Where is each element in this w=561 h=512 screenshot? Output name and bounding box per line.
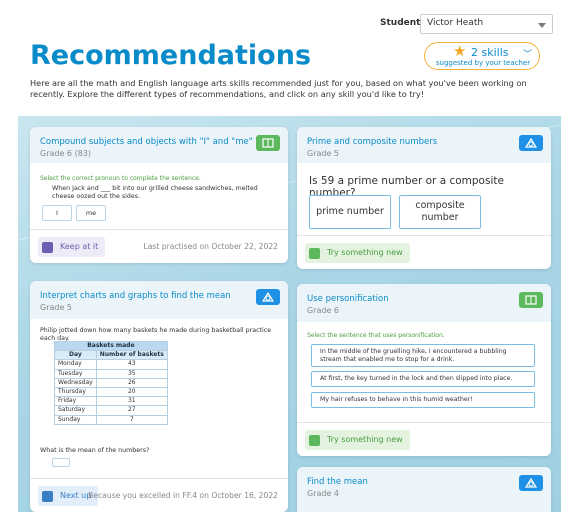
fast-forward-icon (42, 491, 53, 502)
skills-count: 2 skills (471, 46, 509, 59)
table-row: Tuesday 35 (54, 368, 168, 379)
baskets-table: Baskets made Day Number of baskets Monda… (54, 340, 168, 425)
shapes-icon[interactable] (519, 475, 543, 491)
table-row: Saturday 27 (54, 405, 168, 416)
keep-at-it-button[interactable]: Keep at it (38, 237, 106, 257)
plus-icon (309, 435, 320, 446)
card-footer: Try something new (297, 235, 551, 269)
table-row: Monday 43 (54, 359, 168, 370)
try-something-new-button[interactable]: Try something new (305, 430, 410, 450)
table-row: Sunday 7 (54, 414, 168, 425)
card-grade: Grade 6 (307, 306, 340, 315)
card-grade: Grade 5 (40, 303, 73, 312)
answer-option[interactable]: me (76, 205, 106, 221)
checkmark-icon (42, 242, 53, 253)
question-sentence: When Jack and ___ bit into our grilled c… (52, 185, 258, 200)
card-title[interactable]: Find the mean (307, 477, 368, 487)
card-grade: Grade 6 (83) (40, 149, 91, 158)
card-title[interactable]: Use personification (307, 294, 389, 304)
chevron-down-icon (538, 23, 546, 28)
book-icon[interactable] (256, 135, 280, 151)
card-find-the-mean[interactable]: Find the mean Grade 4 (297, 467, 551, 512)
intro-text: Here are all the math and English langua… (30, 78, 527, 99)
student-select-value: Victor Heath (427, 18, 484, 28)
table-header-day: Day (54, 350, 97, 361)
card-title[interactable]: Prime and composite numbers (307, 137, 437, 147)
card-title[interactable]: Interpret charts and graphs to find the … (40, 291, 231, 301)
answer-option-composite[interactable]: composite number (399, 195, 481, 229)
shapes-icon[interactable] (256, 289, 280, 305)
answer-input[interactable] (52, 458, 70, 467)
card-prime-composite[interactable]: Prime and composite numbers Grade 5 Is 5… (297, 127, 551, 269)
shapes-icon[interactable] (519, 135, 543, 151)
card-footer: Keep at it Last practised on October 22,… (30, 229, 288, 263)
plus-icon (309, 248, 320, 259)
card-use-personification[interactable]: Use personification Grade 6 Select the s… (297, 284, 551, 456)
answer-option-prime[interactable]: prime number (309, 195, 391, 229)
try-something-new-button[interactable]: Try something new (305, 243, 410, 263)
answer-option[interactable]: In the middle of the gruelling hike, I e… (311, 344, 535, 367)
card-title[interactable]: Compound subjects and objects with "I" a… (40, 137, 253, 147)
card-grade: Grade 5 (307, 149, 340, 158)
table-row: Thursday 20 (54, 386, 168, 398)
card-compound-subjects[interactable]: Compound subjects and objects with "I" a… (30, 127, 288, 263)
answer-option[interactable]: My hair refuses to behave in this humid … (311, 392, 535, 408)
card-grade: Grade 4 (307, 489, 340, 498)
student-select[interactable]: Victor Heath (420, 14, 553, 34)
question-instruction: Select the sentence that uses personific… (307, 332, 445, 339)
book-icon[interactable] (519, 292, 543, 308)
card-interpret-charts[interactable]: Interpret charts and graphs to find the … (30, 281, 288, 512)
table-header-baskets: Number of baskets (95, 350, 168, 361)
star-icon: ★ (453, 42, 467, 60)
last-practised-note: Last practised on October 22, 2022 (143, 242, 278, 251)
card-footer: Try something new (297, 422, 551, 456)
student-label: Student (380, 18, 421, 28)
page-header: Student Victor Heath Recommendations ★ 2… (0, 0, 561, 112)
question-instruction: Select the correct pronoun to complete t… (40, 175, 201, 182)
table-caption: Baskets made (54, 340, 168, 352)
skills-sublabel: suggested by your teacher (435, 59, 531, 67)
answer-option[interactable]: I (42, 205, 72, 221)
answer-option[interactable]: At first, the key turned in the lock and… (311, 371, 535, 387)
table-row: Wednesday 26 (54, 377, 168, 388)
table-row: Friday 31 (54, 396, 168, 407)
teacher-skills-badge[interactable]: ★ 2 skills ﹀ suggested by your teacher (424, 42, 540, 70)
page-title: Recommendations (30, 40, 312, 71)
reason-note: Because you excelled in FF.4 on October … (88, 491, 278, 500)
question-text: What is the mean of the numbers? (40, 447, 150, 454)
card-footer: Next up Because you excelled in FF.4 on … (30, 478, 288, 512)
